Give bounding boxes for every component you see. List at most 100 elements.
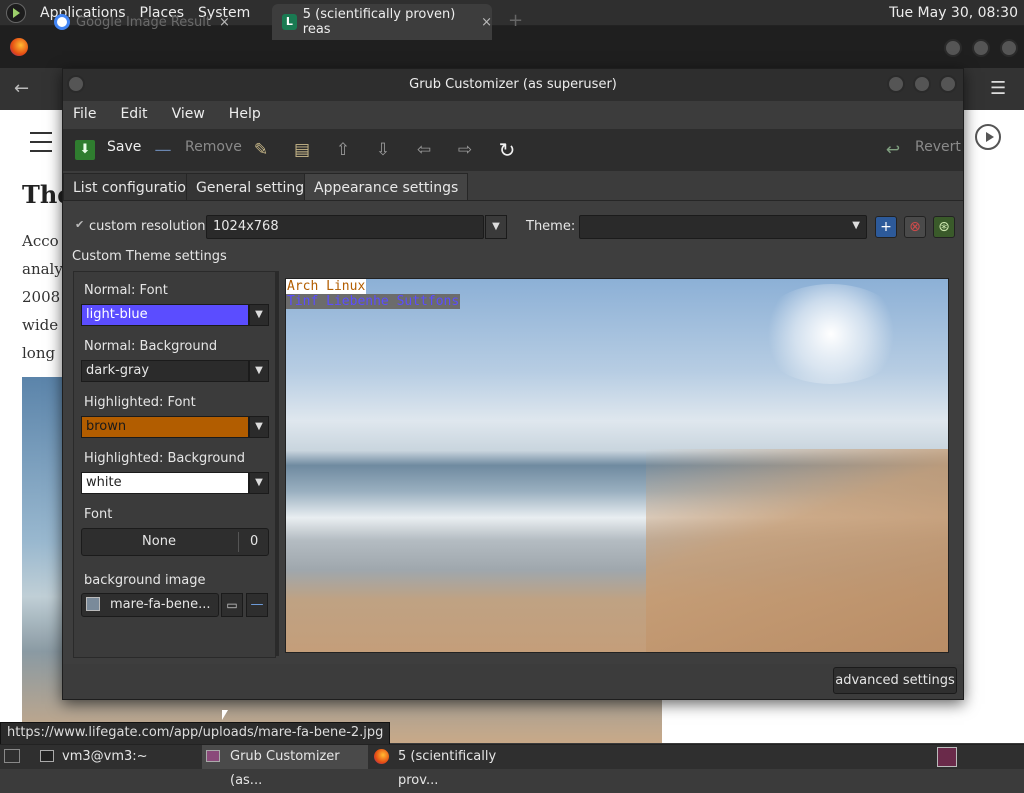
normal-background-label: Normal: Background (84, 339, 218, 354)
menu-view[interactable]: View (172, 106, 205, 122)
highlighted-background-value: white (86, 475, 122, 490)
firefox-icon[interactable] (10, 38, 28, 56)
menubar: File Edit View Help (63, 101, 973, 127)
taskbar-item-firefox[interactable]: 5 (scientifically prov... (370, 745, 540, 788)
taskbar-item-terminal[interactable]: vm3@vm3:~ (34, 745, 198, 769)
tab-lifegate[interactable]: L 5 (scientifically proven) reas × (272, 4, 492, 40)
grub-customizer-window: Grub Customizer (as superuser) File Edit… (62, 68, 964, 700)
highlighted-background-label: Highlighted: Background (84, 451, 246, 466)
normal-font-label: Normal: Font (84, 283, 168, 298)
tray-app-icon[interactable] (937, 747, 957, 767)
revert-button[interactable]: Revert (915, 139, 961, 155)
chevron-down-icon[interactable]: ▼ (249, 472, 269, 494)
normal-background-value: dark-gray (86, 363, 150, 378)
chevron-down-icon[interactable]: ▼ (249, 416, 269, 438)
appearance-settings-panel: ✔ custom resolution: 1024x768 ▼ Theme: ▼… (63, 200, 963, 664)
remove-image-icon[interactable]: — (246, 593, 268, 617)
chevron-down-icon[interactable]: ▼ (485, 215, 507, 239)
tab-general-settings[interactable]: General settings (186, 173, 322, 201)
tab-list-configuration[interactable]: List configuration (63, 173, 205, 201)
normal-font-color-select[interactable]: light-blue (81, 304, 249, 326)
save-button[interactable]: Save (107, 139, 141, 155)
remove-icon[interactable]: — (153, 140, 173, 160)
menu-edit[interactable]: Edit (120, 106, 147, 122)
mouse-cursor-icon (222, 710, 228, 720)
window-menu-icon[interactable] (67, 75, 85, 93)
move-up-icon[interactable]: ⇧ (333, 140, 353, 160)
window-titlebar[interactable]: Grub Customizer (as superuser) (63, 69, 963, 101)
move-left-icon[interactable]: ⇦ (414, 140, 434, 160)
highlighted-font-color-select[interactable]: brown (81, 416, 249, 438)
custom-resolution-checkbox[interactable]: ✔ (75, 218, 87, 231)
chevron-down-icon[interactable]: ▼ (249, 304, 269, 326)
window-title: Grub Customizer (as superuser) (409, 77, 617, 92)
close-window-icon[interactable] (1000, 39, 1018, 57)
custom-resolution-label: custom resolution: (89, 219, 210, 234)
revert-icon[interactable]: ↩ (883, 140, 903, 160)
add-theme-icon[interactable]: + (875, 216, 897, 238)
move-right-icon[interactable]: ⇨ (455, 140, 475, 160)
tab-appearance-settings[interactable]: Appearance settings (304, 173, 469, 201)
new-entry-icon[interactable]: ▤ (292, 140, 312, 160)
terminal-icon (40, 750, 54, 762)
taskbar-label: Grub Customizer (as... (230, 749, 340, 788)
theme-label: Theme: (526, 219, 576, 234)
show-desktop-icon[interactable] (4, 749, 20, 763)
advanced-settings-button[interactable]: advanced settings (833, 667, 957, 694)
hamburger-menu-icon[interactable]: ☰ (990, 78, 1006, 99)
move-down-icon[interactable]: ⇩ (373, 140, 393, 160)
preview-highlighted-entry: Arch Linux (286, 279, 367, 294)
font-size-value: 0 (250, 534, 259, 549)
theme-options-icon[interactable]: ⊛ (933, 216, 955, 238)
grub-customizer-icon (206, 750, 220, 762)
back-arrow-icon[interactable]: ← (14, 78, 29, 99)
close-window-icon[interactable] (939, 75, 957, 93)
resolution-input[interactable]: 1024x768 (206, 215, 484, 239)
clock[interactable]: Tue May 30, 08:30 (889, 5, 1018, 21)
font-button[interactable]: None 0 (81, 528, 269, 556)
folder-icon[interactable]: ▭ (221, 593, 243, 617)
menu-file[interactable]: File (73, 106, 96, 122)
maximize-icon[interactable] (972, 39, 990, 57)
separator (238, 532, 239, 552)
article-text: 2008 (22, 288, 61, 306)
background-image-label: background image (84, 573, 206, 588)
close-icon[interactable]: × (481, 15, 492, 30)
edit-icon[interactable]: ✎ (251, 140, 271, 160)
theme-select[interactable]: ▼ (579, 215, 867, 239)
article-text: wide (22, 316, 59, 334)
highlighted-font-label: Highlighted: Font (84, 395, 196, 410)
minimize-icon[interactable] (887, 75, 905, 93)
tab-google-image-result[interactable]: Google Image Result × (44, 4, 270, 40)
menu-help[interactable]: Help (229, 106, 261, 122)
distro-logo-icon[interactable] (6, 2, 26, 23)
maximize-icon[interactable] (913, 75, 931, 93)
image-file-icon (86, 597, 100, 611)
normal-background-color-select[interactable]: dark-gray (81, 360, 249, 382)
pane-divider[interactable] (275, 271, 279, 656)
save-icon[interactable]: ⬇ (75, 140, 95, 160)
theme-preview: Arch Linux Tinf Liebenhe Suttfons (285, 278, 949, 653)
preview-sun-glare (756, 284, 906, 384)
site-menu-icon[interactable] (30, 132, 52, 152)
remove-button[interactable]: Remove (185, 139, 242, 155)
highlighted-font-value: brown (86, 419, 127, 434)
reload-icon[interactable]: ↻ (497, 140, 517, 160)
link-status-url: https://www.lifegate.com/app/uploads/mar… (0, 722, 391, 746)
taskbar-item-grub-customizer[interactable]: Grub Customizer (as... (202, 745, 368, 788)
background-image-value: mare-fa-bene... (110, 597, 211, 612)
new-tab-icon[interactable]: + (508, 10, 523, 31)
background-image-chooser[interactable]: mare-fa-bene... (81, 593, 219, 617)
toolbar: ⬇ Save — Remove ✎ ▤ ⇧ ⇩ ⇦ ⇨ ↻ ↩ Revert (63, 129, 963, 171)
remove-theme-icon[interactable]: ⊗ (904, 216, 926, 238)
font-label: Font (84, 507, 113, 522)
play-icon[interactable] (975, 124, 1001, 150)
chevron-down-icon[interactable]: ▼ (249, 360, 269, 382)
highlighted-background-color-select[interactable]: white (81, 472, 249, 494)
minimize-icon[interactable] (944, 39, 962, 57)
resolution-value: 1024x768 (213, 219, 279, 234)
taskbar: vm3@vm3:~ Grub Customizer (as... 5 (scie… (0, 744, 1024, 788)
close-icon[interactable]: × (219, 15, 230, 30)
article-text: analy (22, 260, 63, 278)
taskbar-label: 5 (scientifically prov... (398, 749, 497, 788)
